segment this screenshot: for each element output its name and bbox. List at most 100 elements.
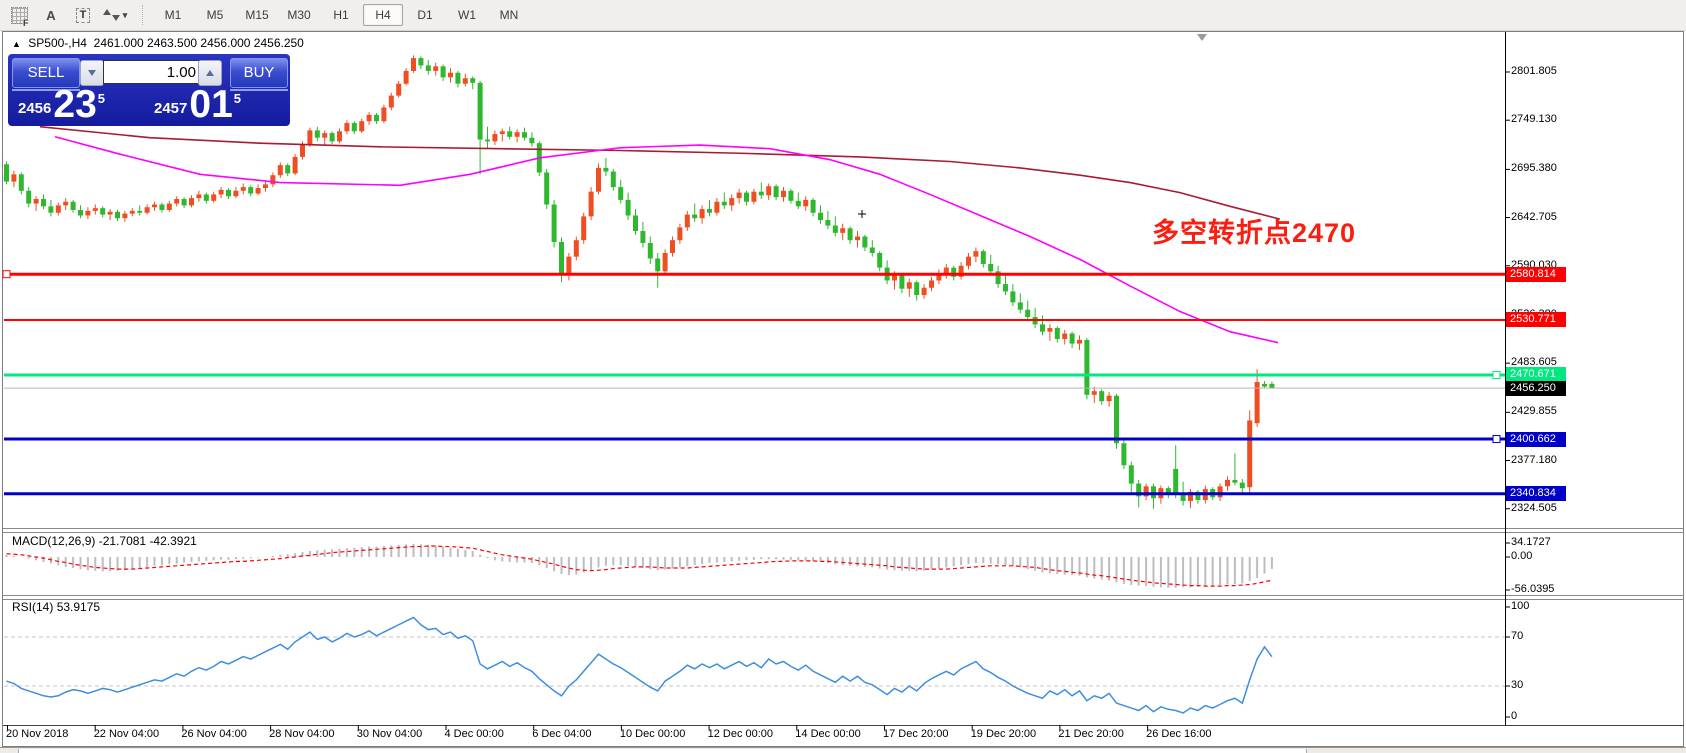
- candle-body: [751, 192, 756, 202]
- candle-body: [34, 199, 39, 204]
- macd-value-2: -42.3921: [149, 534, 196, 548]
- candle-body: [507, 131, 512, 136]
- candle-body: [500, 131, 505, 134]
- candle-body: [182, 199, 187, 205]
- candle-body: [196, 194, 201, 198]
- candle-body: [670, 240, 675, 253]
- candle-body: [722, 202, 727, 206]
- candle-body: [848, 228, 853, 240]
- candle-body: [470, 78, 475, 83]
- candle-body: [700, 209, 705, 218]
- candle-body: [71, 202, 76, 210]
- candle-body: [589, 192, 594, 217]
- time-axis-label: 30 Nov 04:00: [357, 728, 422, 740]
- candle-body: [574, 240, 579, 256]
- candle-body: [241, 187, 246, 191]
- one-click-trading-panel: SELL BUY 2456 23 5 2457 01 5: [8, 54, 290, 126]
- candle-body: [389, 96, 394, 108]
- price-axis-label: 2483.605: [1511, 356, 1557, 368]
- hline-handle[interactable]: [3, 271, 10, 278]
- macd-scale-label: -56.0395: [1511, 583, 1554, 595]
- candle-body: [137, 211, 142, 213]
- candle-body: [63, 202, 68, 206]
- candle-body: [1047, 328, 1052, 332]
- candle-body: [1084, 340, 1089, 395]
- price-axis-label: 2377.180: [1511, 454, 1557, 466]
- ohlc-values: 2461.000 2463.500 2456.000 2456.250: [94, 36, 304, 50]
- macd-scale-label: 0.00: [1511, 550, 1532, 562]
- bid-prefix: 2456: [18, 100, 51, 117]
- candle-body: [167, 204, 172, 210]
- candle-body: [611, 172, 616, 188]
- hline-handle[interactable]: [1493, 371, 1500, 378]
- candle-body: [411, 58, 416, 71]
- candle-body: [337, 131, 342, 141]
- candle-body: [1040, 324, 1045, 331]
- status-strip: [0, 747, 1686, 753]
- price-axis-label: 2642.705: [1511, 211, 1557, 223]
- bid-price[interactable]: 2456 23 5: [18, 87, 105, 122]
- buy-button[interactable]: BUY: [230, 58, 288, 88]
- chart-shift-marker[interactable]: [1197, 34, 1207, 41]
- candle-body: [315, 130, 320, 137]
- chart-title: ▲ SP500-,H4 2461.000 2463.500 2456.000 2…: [12, 36, 304, 50]
- candle-body: [1092, 391, 1097, 395]
- candle-body: [41, 199, 46, 206]
- candle-body: [981, 251, 986, 264]
- candle-body: [803, 200, 808, 206]
- candle-body: [300, 144, 305, 157]
- candle-body: [1107, 396, 1112, 401]
- rsi-scale-label: 100: [1511, 600, 1529, 612]
- spinner-up-icon: [206, 70, 214, 76]
- price-badge: 2400.662: [1506, 432, 1566, 447]
- volume-input[interactable]: [103, 60, 203, 84]
- price-axis-label: 2429.855: [1511, 405, 1557, 417]
- macd-indicator-label: MACD(12,26,9) -21.7081 -42.3921: [12, 534, 197, 548]
- hline-handle[interactable]: [1493, 436, 1500, 443]
- candle-body: [544, 172, 549, 204]
- price-axis-label: 2801.805: [1511, 65, 1557, 77]
- candle-body: [1240, 483, 1245, 488]
- candle-body: [85, 211, 90, 216]
- candle-body: [307, 130, 312, 144]
- candle-body: [4, 164, 9, 181]
- candle-body: [633, 215, 638, 231]
- candle-body: [840, 228, 845, 233]
- candle-body: [559, 242, 564, 275]
- candle-body: [737, 193, 742, 198]
- candle-body: [914, 282, 919, 295]
- price-axis-label: 2324.505: [1511, 502, 1557, 514]
- price-axis-label: 2749.130: [1511, 113, 1557, 125]
- candle-body: [781, 191, 786, 197]
- macd-value-1: -21.7081: [99, 534, 146, 548]
- candle-body: [759, 192, 764, 196]
- candle-body: [226, 190, 231, 196]
- candle-body: [833, 226, 838, 233]
- time-axis-label: 26 Dec 16:00: [1146, 728, 1211, 740]
- annotation-text[interactable]: 多空转折点2470: [1152, 211, 1356, 250]
- candle-body: [596, 168, 601, 192]
- rsi-scale-label: 30: [1511, 679, 1523, 691]
- candle-body: [100, 208, 105, 214]
- rsi-scale-label: 0: [1511, 710, 1517, 722]
- candle-body: [811, 200, 816, 213]
- candle-body: [1070, 334, 1075, 344]
- rsi-value: 53.9175: [57, 600, 100, 614]
- candle-body: [48, 206, 53, 212]
- candle-body: [1114, 396, 1119, 444]
- candle-body: [788, 191, 793, 201]
- candle-body: [1010, 291, 1015, 302]
- collapse-triangle-icon[interactable]: ▲: [12, 39, 21, 49]
- candle-body: [433, 66, 438, 71]
- candle-body: [108, 212, 113, 215]
- candle-body: [692, 215, 697, 219]
- ask-price[interactable]: 2457 01 5: [154, 87, 241, 122]
- candle-body: [19, 174, 24, 190]
- candle-body: [1262, 384, 1267, 387]
- candle-body: [707, 209, 712, 213]
- price-badge: 2580.814: [1506, 267, 1566, 282]
- candle-body: [381, 108, 386, 122]
- time-axis-label: 21 Dec 20:00: [1058, 728, 1123, 740]
- bid-main-digits: 23: [53, 87, 96, 122]
- candle-body: [796, 201, 801, 206]
